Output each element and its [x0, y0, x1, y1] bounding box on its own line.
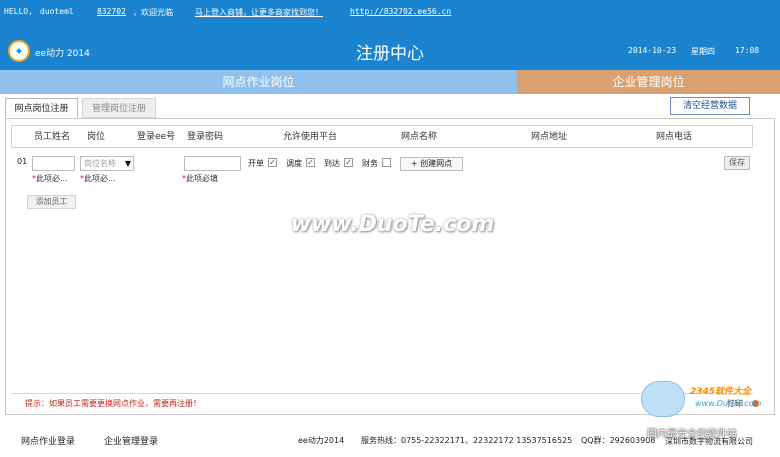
app-name: ee动力 2014: [35, 49, 90, 59]
header-branch-name: 网点名称: [401, 132, 438, 142]
required-hint-password: *此项必填: [182, 174, 218, 183]
platform-label-dispatch: 调度: [286, 159, 302, 168]
platform-label-arrival: 到达: [324, 159, 340, 168]
tab-branch-roles[interactable]: 网点作业岗位: [0, 70, 517, 94]
position-select-placeholder: 岗位名称: [84, 159, 116, 168]
user-id-link[interactable]: 832702: [97, 7, 126, 16]
row-number: 01: [17, 157, 28, 166]
header-login-id: 登录ee号: [137, 132, 176, 142]
required-hint-position: *此项必...: [80, 174, 116, 183]
password-input[interactable]: [184, 156, 241, 171]
enterprise-login-link[interactable]: 企业管理登录: [104, 434, 158, 447]
table-header: [11, 125, 753, 148]
app-logo-icon: ✦: [8, 40, 30, 62]
footer-app-name: ee动力2014: [298, 436, 345, 445]
dropdown-arrow-icon: ▼: [124, 159, 131, 168]
welcome-text: ，欢迎光临: [133, 8, 173, 17]
platform-checkbox-arrival[interactable]: ✓: [344, 158, 353, 167]
clear-data-button[interactable]: 清空经营数据: [670, 97, 750, 115]
promo-link[interactable]: 马上登入商铺，让更多商家找到您！: [195, 7, 323, 18]
tab-branch-registration[interactable]: 网点岗位注册: [5, 98, 78, 118]
corner-watermark-site: www.DuoTe.com: [695, 399, 762, 408]
footer-hotline: 服务热线：0755-22322171、22322172 13537516525: [361, 436, 573, 445]
platform-label-billing: 开单: [248, 159, 264, 168]
shop-url-link[interactable]: http://832702.ee56.cn: [350, 7, 451, 16]
top-info-line: HELLO, duoteml 832702 ，欢迎光临 马上登入商铺，让更多商家…: [0, 0, 780, 24]
page-title: 注册中心: [356, 44, 424, 64]
header-position: 岗位: [87, 132, 106, 142]
create-branch-button[interactable]: + 创建网点: [400, 157, 463, 171]
tip-text: 提示：如果员工需要更换网点作业，需要再注册！: [25, 399, 201, 408]
save-button[interactable]: 保存: [724, 156, 750, 170]
branch-login-link[interactable]: 网点作业登录: [21, 434, 75, 447]
position-select[interactable]: 岗位名称 ▼: [80, 156, 134, 171]
header-platforms: 允许使用平台: [283, 132, 338, 142]
header-password: 登录密码: [187, 132, 224, 142]
time-text: 17:08: [735, 46, 760, 55]
greeting-text: HELLO,: [4, 7, 33, 16]
platform-checkbox-finance[interactable]: [382, 158, 391, 167]
username-text: duoteml: [40, 7, 74, 16]
platform-label-finance: 财务: [362, 159, 378, 168]
mascot-watermark-icon: [641, 381, 685, 417]
tab-enterprise-roles[interactable]: 企业管理岗位: [517, 70, 780, 94]
header-branch-address: 网点地址: [531, 132, 568, 142]
site-watermark: www.DuoTe.com: [290, 212, 495, 237]
platform-checkbox-dispatch[interactable]: ✓: [306, 158, 315, 167]
required-hint-name: *此项必...: [32, 174, 68, 183]
tab-management-registration[interactable]: 管理岗位注册: [82, 98, 156, 118]
corner-watermark-brand: 2345软件大全: [690, 387, 752, 397]
footer-company: 深圳市数字物流有限公司: [665, 437, 753, 446]
header-branch-phone: 网点电话: [656, 132, 693, 142]
date-text: 2014-10-23: [628, 46, 677, 55]
header-employee-name: 员工姓名: [34, 132, 71, 142]
footer-qq: QQ群：292603908: [581, 436, 656, 445]
employee-name-input[interactable]: [32, 156, 75, 171]
weekday-text: 星期四: [691, 47, 715, 56]
add-employee-button[interactable]: 添加员工: [27, 195, 76, 209]
platform-checkbox-billing[interactable]: ✓: [268, 158, 277, 167]
